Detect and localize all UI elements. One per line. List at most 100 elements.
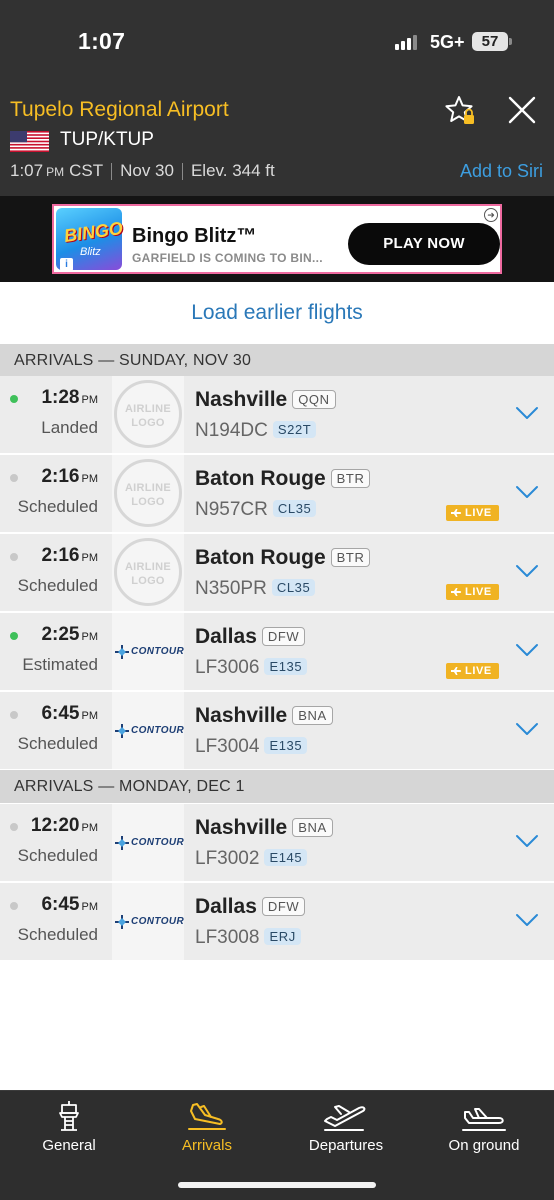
airline-logo-cell: AIRLINE LOGO <box>112 376 184 453</box>
ad-logo-text: BINGO <box>62 217 125 247</box>
time-value: 6:45 <box>41 894 80 915</box>
flight-status: Scheduled <box>17 846 98 865</box>
tab-label: Departures <box>308 1137 384 1154</box>
time-value: 6:45 <box>41 703 80 724</box>
flight-time-cell: 2:16 PM Scheduled <box>0 534 112 611</box>
flight-id: N957CR <box>195 499 268 520</box>
favorite-star-icon[interactable] <box>444 94 478 128</box>
flight-time: 12:20 PM <box>31 815 98 837</box>
ad-info-icon[interactable]: i <box>60 258 73 271</box>
logo-text: CONTOUR <box>131 646 185 657</box>
aircraft-type-badge: S22T <box>272 421 317 438</box>
flight-row[interactable]: 2:16 PM Scheduled AIRLINE LOGO Baton Rouge BTR… <box>0 534 554 611</box>
status-bar: 1:07 5G+ 57 <box>0 0 554 82</box>
time-ampm: PM <box>81 901 99 913</box>
airline-logo-cell: CONTOUR <box>112 613 184 690</box>
chevron-down-icon[interactable] <box>515 834 539 848</box>
status-dot <box>10 823 18 831</box>
origin-city: Dallas <box>195 625 257 648</box>
flight-number: LF3002 E145 <box>195 848 308 870</box>
plane-on-ground-icon <box>462 1108 506 1131</box>
status-dot <box>10 553 18 561</box>
flight-time-cell: 6:45 PM Scheduled <box>0 692 112 769</box>
airline-logo-cell: CONTOUR <box>112 883 184 960</box>
flight-row[interactable]: 6:45 PM Scheduled CONTOUR Nashville BNA LF3004… <box>0 692 554 769</box>
time-value: 2:16 <box>41 466 80 487</box>
load-earlier-flights-button[interactable]: Load earlier flights <box>0 282 554 344</box>
ad-play-button[interactable]: PLAY NOW <box>348 223 500 265</box>
flight-row[interactable]: 12:20 PM Scheduled CONTOUR Nashville BNA LF300… <box>0 804 554 881</box>
close-icon[interactable] <box>506 94 538 126</box>
ad-choices-icon[interactable]: ➜ <box>484 208 498 222</box>
aircraft-type-badge: E135 <box>264 737 308 754</box>
airline-logo-cell: AIRLINE LOGO <box>112 455 184 532</box>
home-indicator[interactable] <box>178 1182 376 1188</box>
status-dot <box>10 632 18 640</box>
time-ampm: PM <box>81 473 99 485</box>
flight-row[interactable]: 2:16 PM Scheduled AIRLINE LOGO Baton Rouge BTR… <box>0 455 554 532</box>
logo-text: AIRLINE <box>124 403 172 415</box>
contour-airline-logo: CONTOUR <box>112 723 184 739</box>
local-time: 1:07 <box>10 161 44 180</box>
flight-time: 6:45 PM <box>41 894 98 916</box>
flight-time: 2:16 PM <box>41 545 98 567</box>
logo-text: CONTOUR <box>131 916 185 927</box>
live-badge[interactable]: LIVE <box>446 663 499 679</box>
flight-status: Landed <box>41 418 98 437</box>
origin-city: Nashville <box>195 388 288 411</box>
logo-text: LOGO <box>131 575 165 587</box>
plane-landing-icon <box>188 1103 226 1130</box>
ad-banner: BINGO Blitz i Bingo Blitz™ GARFIELD IS C… <box>0 196 554 282</box>
flight-time-cell: 2:25 PM Estimated <box>0 613 112 690</box>
airport-code-badge: DFW <box>261 897 306 916</box>
flight-status: Estimated <box>22 655 98 674</box>
battery-icon: 57 <box>472 32 508 51</box>
flight-status: Scheduled <box>17 925 98 944</box>
flight-time: 2:16 PM <box>41 466 98 488</box>
live-label: LIVE <box>465 586 492 598</box>
flight-number: LF3004 E135 <box>195 736 308 758</box>
ad-subtitle: GARFIELD IS COMING TO BIN... <box>132 251 323 265</box>
tab-general[interactable]: General <box>0 1099 138 1159</box>
tab-departures[interactable]: Departures <box>277 1099 415 1159</box>
chevron-down-icon[interactable] <box>515 564 539 578</box>
tab-on-ground[interactable]: On ground <box>415 1099 553 1159</box>
flight-row[interactable]: 6:45 PM Scheduled CONTOUR Dallas DFW LF3008 ERJ <box>0 883 554 960</box>
live-label: LIVE <box>465 665 492 677</box>
us-flag-icon <box>10 131 49 152</box>
aircraft-type-badge: E145 <box>264 849 308 866</box>
time-value: 1:28 <box>41 387 80 408</box>
status-time: 1:07 <box>78 28 126 54</box>
status-dot <box>10 474 18 482</box>
contour-airline-logo: CONTOUR <box>112 835 184 851</box>
aircraft-type-badge: ERJ <box>264 928 301 945</box>
logo-text: CONTOUR <box>131 725 185 736</box>
origin-city: Nashville <box>195 704 288 727</box>
live-badge[interactable]: LIVE <box>446 584 499 600</box>
flight-row[interactable]: 1:28 PM Landed AIRLINE LOGO Nashville QQN N194D… <box>0 376 554 453</box>
signal-icon <box>395 34 417 50</box>
flight-status: Scheduled <box>17 497 98 516</box>
chevron-down-icon[interactable] <box>515 643 539 657</box>
ad-box[interactable]: BINGO Blitz i Bingo Blitz™ GARFIELD IS C… <box>52 204 502 274</box>
flight-time-cell: 2:16 PM Scheduled <box>0 455 112 532</box>
ad-logo-sub: Blitz <box>80 246 101 258</box>
chevron-down-icon[interactable] <box>515 406 539 420</box>
section-header: ARRIVALS — MONDAY, DEC 1 <box>0 770 554 803</box>
flight-time: 2:25 PM <box>41 624 98 646</box>
logo-text: AIRLINE <box>124 482 172 494</box>
tab-label: General <box>42 1137 96 1154</box>
airport-codes: TUP/KTUP <box>60 129 154 150</box>
chevron-down-icon[interactable] <box>515 913 539 927</box>
flight-row[interactable]: 2:25 PM Estimated CONTOUR Dallas DFW LF3006 E13… <box>0 613 554 690</box>
status-dot <box>10 395 18 403</box>
origin-city: Nashville <box>195 816 288 839</box>
chevron-down-icon[interactable] <box>515 722 539 736</box>
flight-id: LF3008 <box>195 927 260 948</box>
add-to-siri-link[interactable]: Add to Siri <box>460 161 543 182</box>
live-badge[interactable]: LIVE <box>446 505 499 521</box>
logo-text: CONTOUR <box>131 837 185 848</box>
tab-arrivals[interactable]: Arrivals <box>138 1099 276 1159</box>
flight-origin: Baton Rouge BTR <box>195 467 371 491</box>
chevron-down-icon[interactable] <box>515 485 539 499</box>
